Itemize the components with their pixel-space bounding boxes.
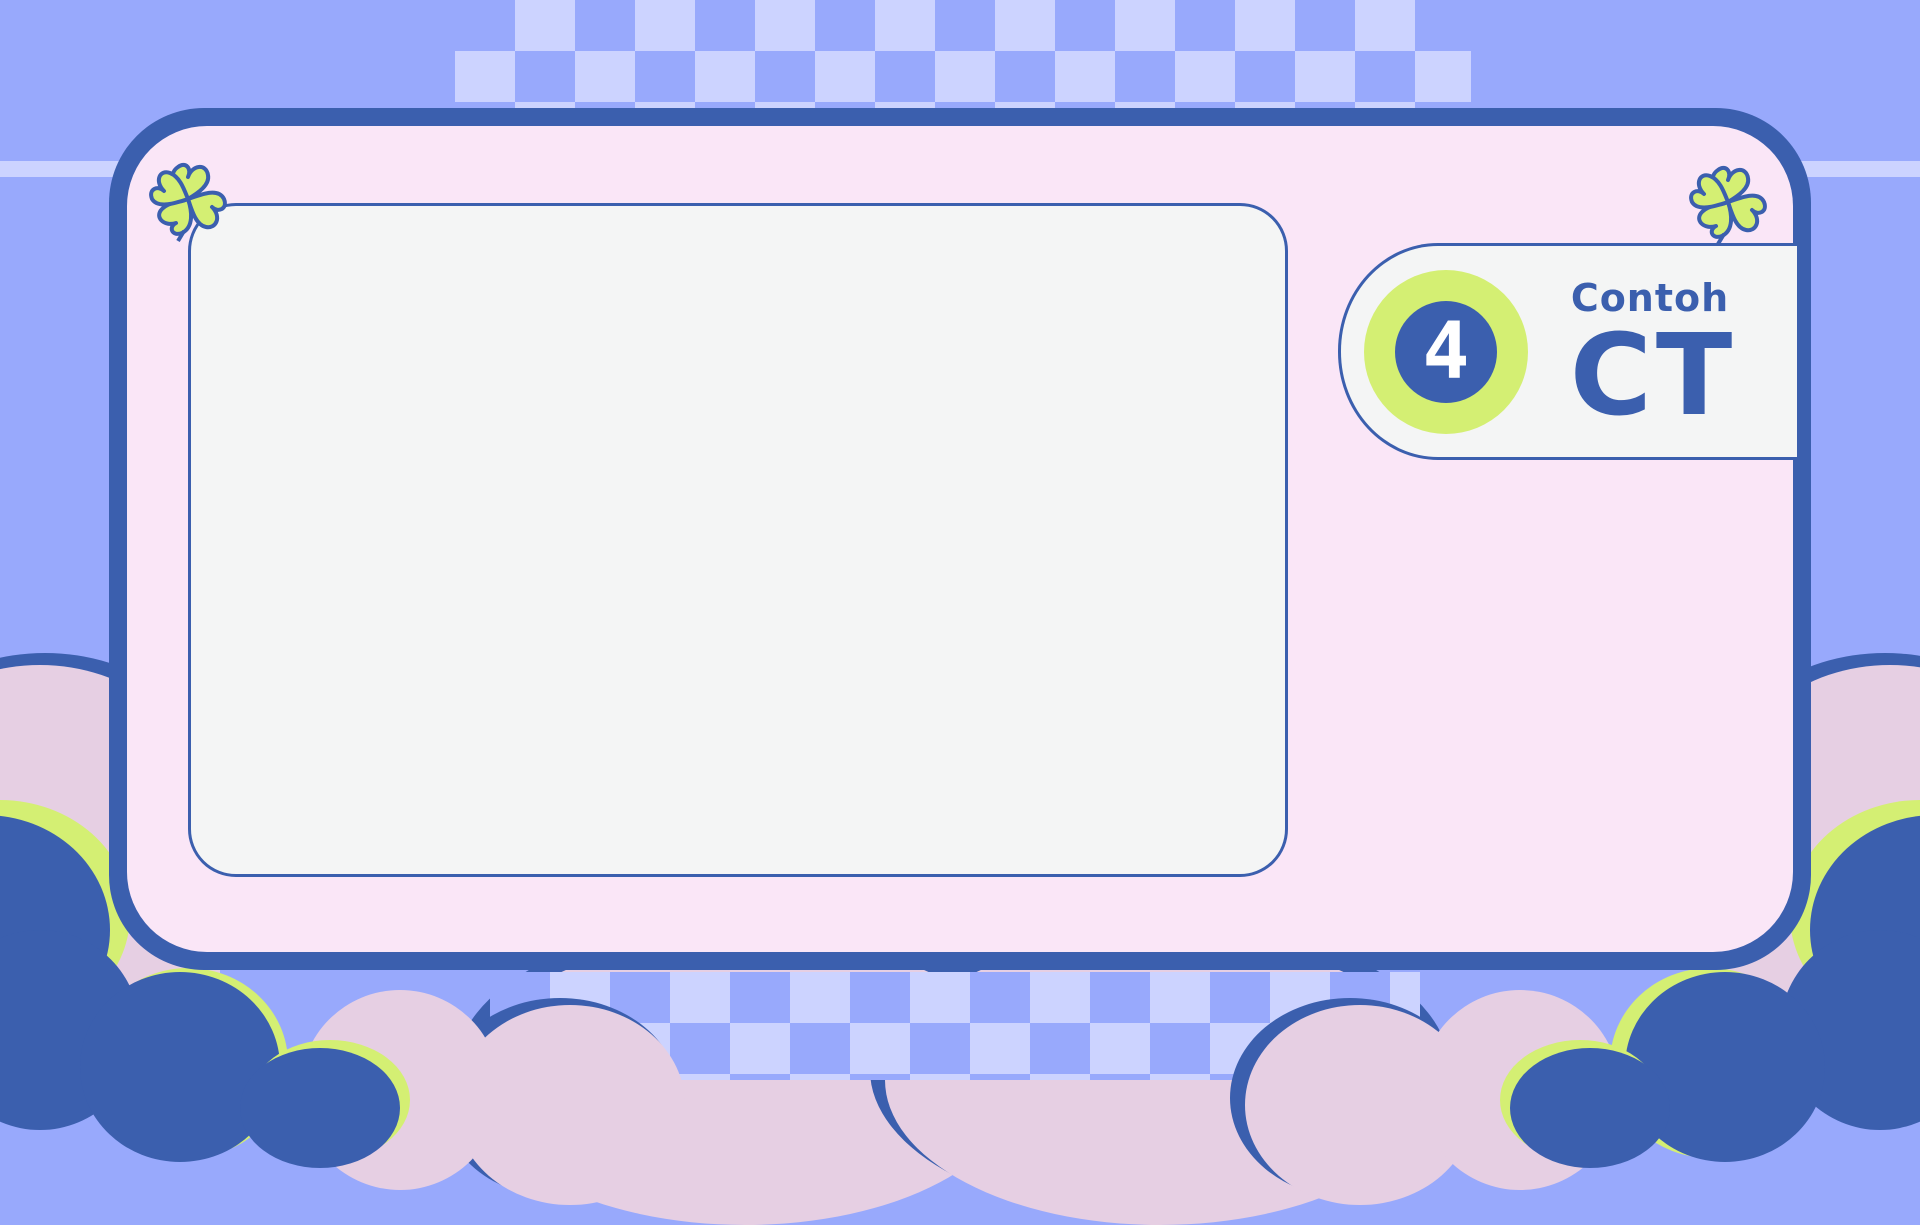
example-number: 4 (1422, 307, 1470, 397)
clover-icon (1689, 165, 1767, 246)
example-label-code: CT (1569, 311, 1737, 441)
content-area[interactable] (188, 203, 1288, 877)
clover-icon (149, 162, 227, 243)
